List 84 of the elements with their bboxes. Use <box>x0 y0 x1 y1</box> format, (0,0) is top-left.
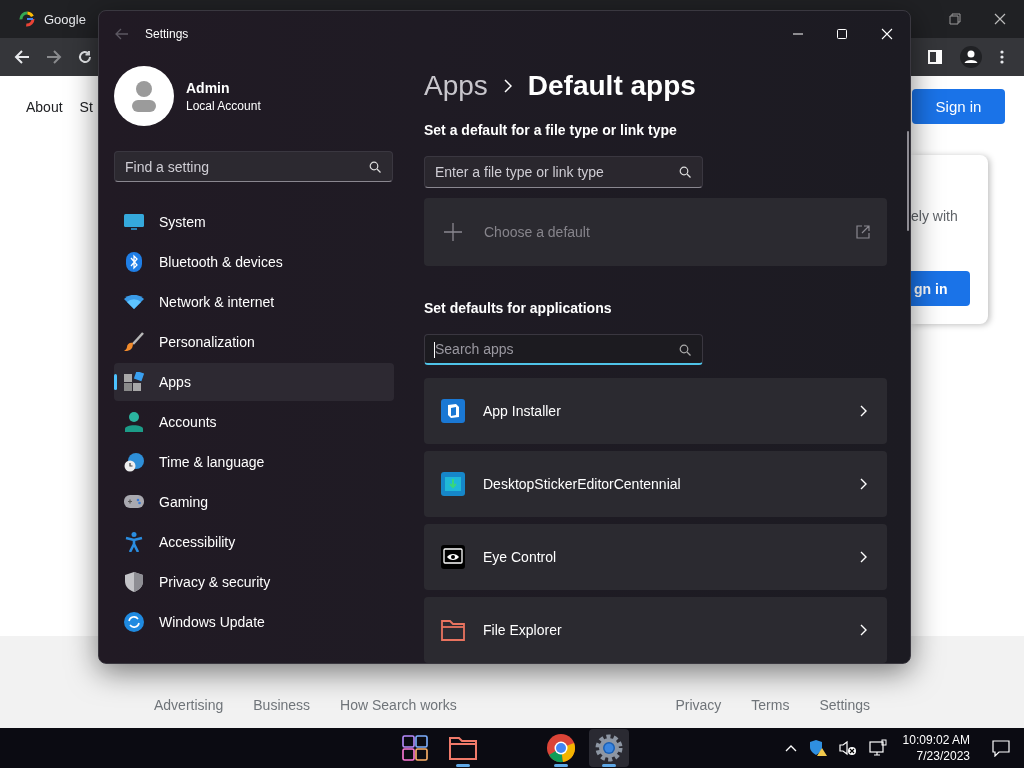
chevron-up-icon[interactable] <box>784 744 797 752</box>
scrollbar[interactable] <box>907 131 909 231</box>
brush-icon <box>124 332 144 352</box>
nav-item[interactable]: Bluetooth & devices <box>114 243 394 281</box>
chevron-right-icon <box>860 624 867 636</box>
sign-in-button[interactable]: gn in <box>911 271 970 306</box>
footer-link[interactable]: Advertising <box>154 697 224 713</box>
accessibility-icon <box>124 532 144 552</box>
four-squares-icon <box>402 735 428 761</box>
external-link-icon <box>856 225 870 239</box>
nav-item[interactable]: Apps <box>114 363 394 401</box>
nav-item[interactable]: Privacy & security <box>114 563 394 601</box>
app-row[interactable]: DesktopStickerEditorCentennial <box>424 451 887 517</box>
refresh-icon <box>124 612 144 632</box>
network-icon[interactable] <box>868 739 887 757</box>
footer-link[interactable]: Privacy <box>675 697 722 713</box>
nav-item[interactable]: Network & internet <box>114 283 394 321</box>
wifi-icon <box>124 295 144 309</box>
avatar-icon <box>114 66 174 126</box>
app-row[interactable]: App Installer <box>424 378 887 444</box>
search-field[interactable]: Search apps <box>424 334 703 365</box>
browser-icon <box>546 733 576 763</box>
nav-item[interactable]: Accessibility <box>114 523 394 561</box>
speaker-muted-icon[interactable] <box>838 740 857 756</box>
search-field[interactable]: Find a setting <box>114 151 393 182</box>
side-panel-icon[interactable] <box>928 50 942 64</box>
notification-icon[interactable] <box>992 739 1010 757</box>
shield-warning-icon[interactable] <box>808 739 827 757</box>
account-type: Local Account <box>186 98 261 113</box>
menu-dots-icon[interactable] <box>1000 50 1004 64</box>
logo-icon <box>19 11 35 27</box>
search-icon <box>679 343 691 356</box>
shield-icon <box>124 572 144 592</box>
app-row[interactable]: File Explorer <box>424 597 887 663</box>
nav-link[interactable]: St <box>79 98 93 115</box>
clock[interactable]: 10:09:02 AM 7/23/2023 <box>902 732 970 764</box>
globe-clock-icon <box>124 452 144 472</box>
search-field[interactable]: Enter a file type or link type <box>424 156 703 188</box>
chevron-right-icon <box>503 79 512 93</box>
search-icon <box>369 160 381 173</box>
card-text: ely with <box>911 208 959 224</box>
sign-in-button[interactable]: Sign in <box>912 89 1005 124</box>
section-heading: Set a default for a file type or link type <box>424 122 678 138</box>
browser-tab[interactable]: Google <box>19 11 86 27</box>
nav-item[interactable]: Accounts <box>114 403 394 441</box>
close-icon[interactable] <box>994 13 1006 25</box>
forward-arrow-icon[interactable] <box>46 49 62 65</box>
gear-icon <box>594 733 624 763</box>
nav-link[interactable]: About <box>26 98 63 115</box>
chevron-right-icon <box>860 478 867 490</box>
footer-link[interactable]: Business <box>253 697 311 713</box>
app-row[interactable]: Eye Control <box>424 524 887 590</box>
bluetooth-icon <box>124 252 144 272</box>
maximize-icon[interactable] <box>837 29 847 39</box>
plus-icon <box>444 223 462 241</box>
nav-item[interactable]: Time & language <box>114 443 394 481</box>
footer-link[interactable]: Settings <box>819 697 870 713</box>
package-icon <box>441 399 465 423</box>
monitor-icon <box>124 214 144 230</box>
nav-item[interactable]: Windows Update <box>114 603 394 641</box>
reload-icon[interactable] <box>78 50 92 64</box>
eye-icon <box>441 545 465 569</box>
account-name: Admin <box>186 79 231 96</box>
search-icon <box>679 166 691 178</box>
chevron-right-icon <box>860 551 867 563</box>
nav-item[interactable]: Gaming <box>114 483 394 521</box>
person-icon <box>124 412 144 432</box>
gamepad-icon <box>124 495 144 509</box>
picture-icon <box>441 472 465 496</box>
footer-link[interactable]: How Search works <box>340 697 457 713</box>
restore-icon[interactable] <box>949 13 961 25</box>
footer-link[interactable]: Terms <box>751 697 790 713</box>
section-heading: Set defaults for applications <box>424 300 613 316</box>
chevron-right-icon <box>860 405 867 417</box>
taskbar-app[interactable] <box>589 729 629 767</box>
profile-icon[interactable] <box>960 46 982 68</box>
page-title: Default apps <box>527 70 696 102</box>
breadcrumb-link[interactable]: Apps <box>424 70 488 102</box>
folder-icon <box>448 735 478 761</box>
tiles-icon <box>124 372 144 392</box>
nav-item[interactable]: Personalization <box>114 323 394 361</box>
window-title: Settings <box>145 27 189 41</box>
nav-item[interactable]: System <box>114 203 394 241</box>
folder-icon <box>441 619 465 641</box>
